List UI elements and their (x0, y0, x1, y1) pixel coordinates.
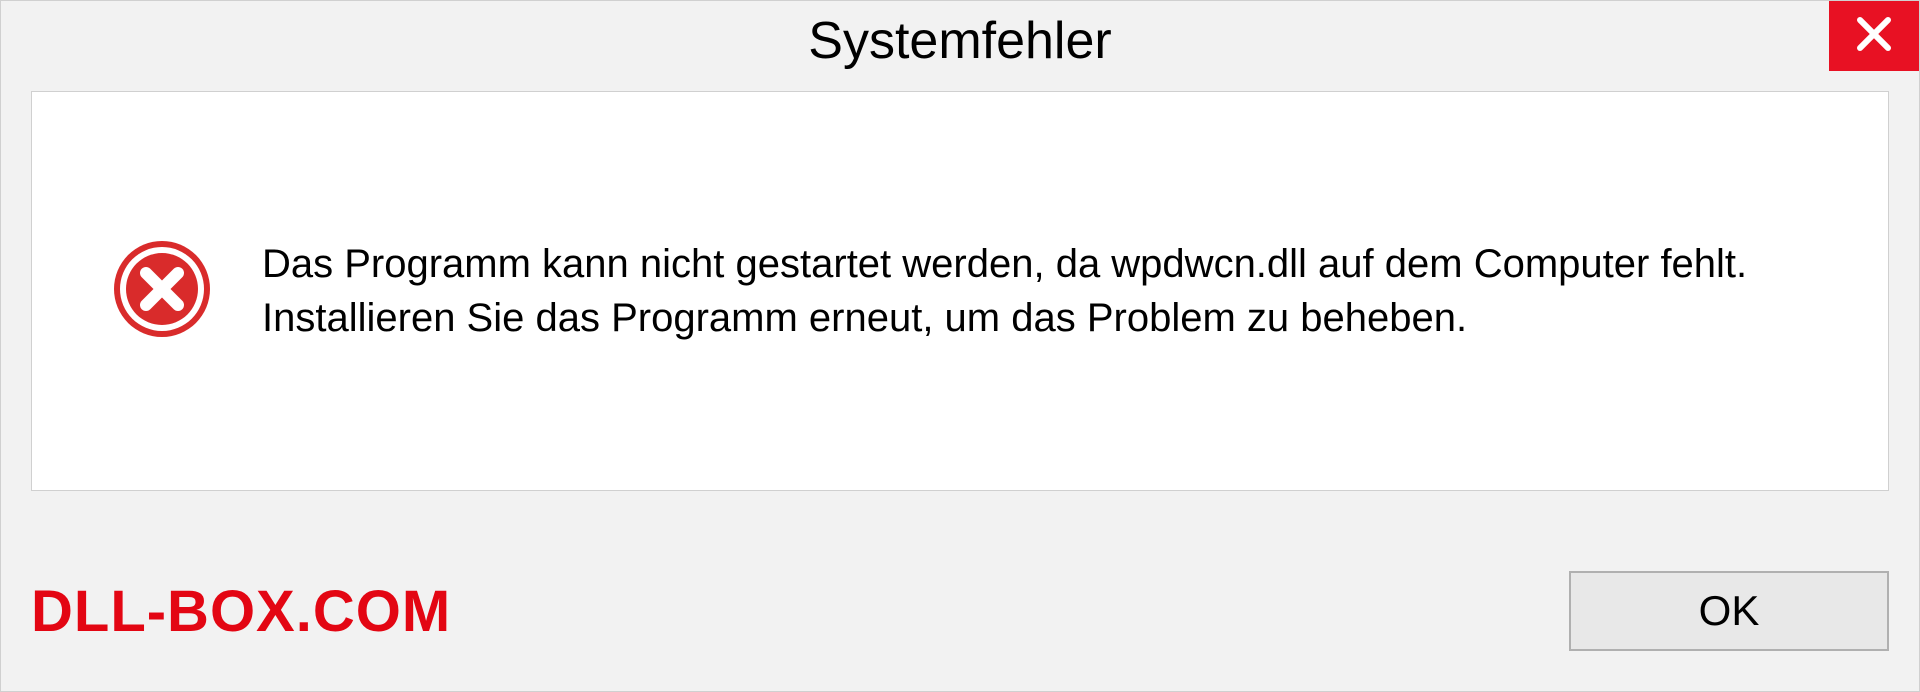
watermark-text: DLL-BOX.COM (31, 578, 451, 645)
error-dialog: Systemfehler Das Programm kann nicht ges… (0, 0, 1920, 692)
content-area: Das Programm kann nicht gestartet werden… (31, 91, 1889, 491)
dialog-footer: DLL-BOX.COM OK (31, 561, 1889, 661)
titlebar: Systemfehler (1, 1, 1919, 81)
error-message: Das Programm kann nicht gestartet werden… (262, 237, 1848, 345)
close-icon (1854, 14, 1894, 59)
ok-button-label: OK (1699, 587, 1760, 635)
close-button[interactable] (1829, 1, 1919, 71)
ok-button[interactable]: OK (1569, 571, 1889, 651)
dialog-title: Systemfehler (808, 11, 1111, 71)
error-icon (112, 239, 212, 344)
